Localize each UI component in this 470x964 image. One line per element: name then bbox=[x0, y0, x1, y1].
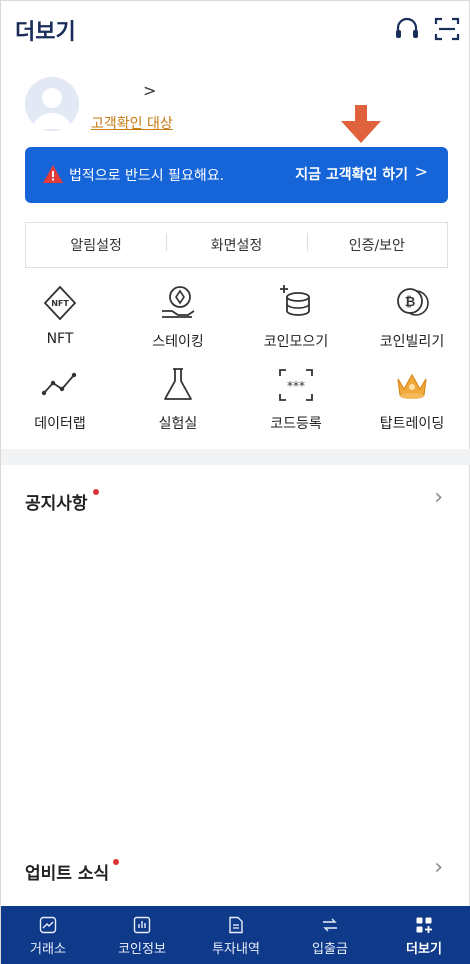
new-badge-dot bbox=[93, 489, 99, 495]
scan-icon[interactable] bbox=[433, 15, 461, 43]
tab-label: 거래소 bbox=[30, 942, 66, 957]
upbit-news-section[interactable]: 업비트 소식 › bbox=[25, 855, 447, 884]
grid-item-coin-lend[interactable]: ₿ 코인빌리기 bbox=[353, 283, 470, 351]
grid-label: 스테이킹 bbox=[152, 334, 204, 350]
chevron-right-icon: > bbox=[414, 162, 428, 181]
profile-chevron[interactable]: > bbox=[143, 81, 156, 100]
grid-item-coin-collect[interactable]: 코인모으기 bbox=[237, 283, 355, 351]
bitcoin-lend-icon: ₿ bbox=[397, 288, 429, 316]
crown-icon bbox=[397, 373, 427, 399]
grid-label: 탑트레이딩 bbox=[379, 416, 445, 432]
history-icon bbox=[229, 916, 243, 934]
code-register-icon: *** bbox=[279, 369, 313, 401]
flask-icon bbox=[164, 368, 192, 400]
tab-label: 입출금 bbox=[312, 942, 348, 957]
avatar bbox=[25, 77, 79, 131]
banner-message: 법적으로 반드시 필요해요. bbox=[69, 168, 225, 184]
new-badge-dot bbox=[113, 859, 119, 865]
bottom-nav: 거래소 코인정보 투자내역 입출금 더보기 bbox=[1, 906, 470, 964]
grid-label: 데이터랩 bbox=[34, 416, 86, 432]
tab-more[interactable]: 더보기 bbox=[377, 906, 470, 964]
display-settings-button[interactable]: 화면설정 bbox=[166, 233, 306, 255]
transfer-icon bbox=[323, 918, 337, 932]
exchange-icon bbox=[39, 916, 57, 934]
chevron-right-icon: › bbox=[434, 485, 443, 510]
headset-icon[interactable] bbox=[393, 15, 421, 43]
customer-verification-link[interactable]: 고객확인 대상 bbox=[91, 113, 173, 133]
tab-coin-info[interactable]: 코인정보 bbox=[95, 906, 189, 964]
more-icon bbox=[416, 917, 432, 933]
grid-label: 실험실 bbox=[158, 416, 198, 432]
grid-item-datalab[interactable]: 데이터랩 bbox=[1, 365, 119, 433]
tab-label: 투자내역 bbox=[212, 942, 260, 957]
notice-title: 공지사항 bbox=[25, 494, 88, 514]
svg-text:***: *** bbox=[287, 379, 305, 393]
verify-now-button[interactable]: 지금 고객확인 하기 bbox=[295, 164, 408, 184]
grid-label: 코인모으기 bbox=[263, 334, 329, 350]
page-title: 더보기 bbox=[15, 20, 76, 45]
grid-item-staking[interactable]: 스테이킹 bbox=[119, 283, 237, 351]
nft-icon: NFT bbox=[43, 285, 77, 321]
grid-label: NFT bbox=[46, 331, 74, 347]
chevron-right-icon: › bbox=[434, 855, 443, 880]
coin-info-icon bbox=[133, 916, 151, 934]
tab-history[interactable]: 투자내역 bbox=[189, 906, 283, 964]
arrow-down-icon bbox=[341, 105, 381, 143]
verification-banner[interactable]: 법적으로 반드시 필요해요. 지금 고객확인 하기 > bbox=[25, 147, 448, 203]
grid-label: 코인빌리기 bbox=[379, 334, 445, 350]
section-divider bbox=[1, 449, 470, 465]
security-settings-button[interactable]: 인증/보안 bbox=[306, 233, 447, 255]
notice-section[interactable]: 공지사항 › bbox=[25, 485, 447, 514]
chart-line-icon bbox=[41, 372, 77, 396]
grid-item-nft[interactable]: NFT NFT bbox=[1, 283, 119, 347]
warning-icon bbox=[43, 165, 63, 183]
grid-item-top-trading[interactable]: 탑트레이딩 bbox=[353, 365, 470, 433]
top-bar: 더보기 bbox=[1, 1, 470, 57]
svg-text:₿: ₿ bbox=[405, 295, 416, 310]
news-title: 업비트 소식 bbox=[25, 864, 110, 884]
tab-deposit-withdraw[interactable]: 입출금 bbox=[283, 906, 377, 964]
tab-label: 더보기 bbox=[406, 942, 442, 957]
tab-exchange[interactable]: 거래소 bbox=[1, 906, 95, 964]
grid-item-code-register[interactable]: *** 코드등록 bbox=[237, 365, 355, 433]
staking-icon bbox=[162, 286, 195, 318]
grid-item-lab[interactable]: 실험실 bbox=[119, 365, 237, 433]
notification-settings-button[interactable]: 알림설정 bbox=[26, 235, 166, 255]
coin-stack-icon bbox=[280, 285, 310, 316]
tab-label: 코인정보 bbox=[118, 942, 166, 957]
svg-text:NFT: NFT bbox=[51, 299, 69, 308]
grid-label: 코드등록 bbox=[270, 416, 322, 432]
settings-row: 알림설정 화면설정 인증/보안 bbox=[25, 222, 448, 268]
